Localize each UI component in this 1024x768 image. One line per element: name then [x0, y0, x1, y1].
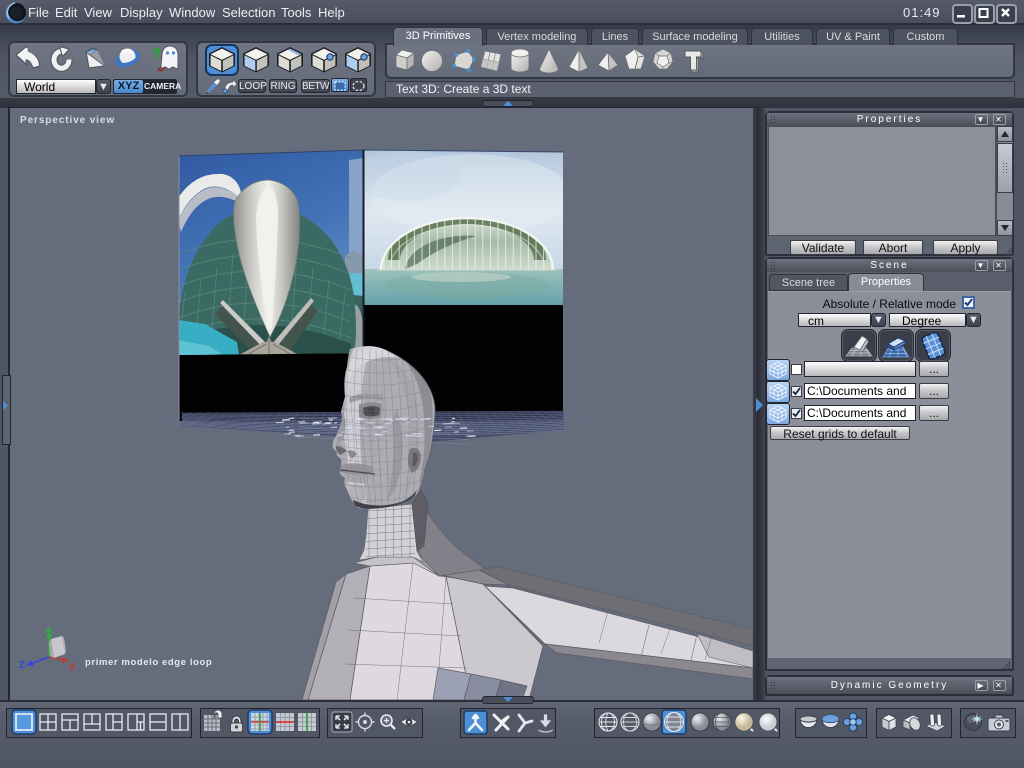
svg-text:X: X	[69, 662, 76, 673]
svg-text:Z: Z	[19, 660, 25, 671]
svg-text:primer modelo edge loop: primer modelo edge loop	[85, 657, 212, 668]
